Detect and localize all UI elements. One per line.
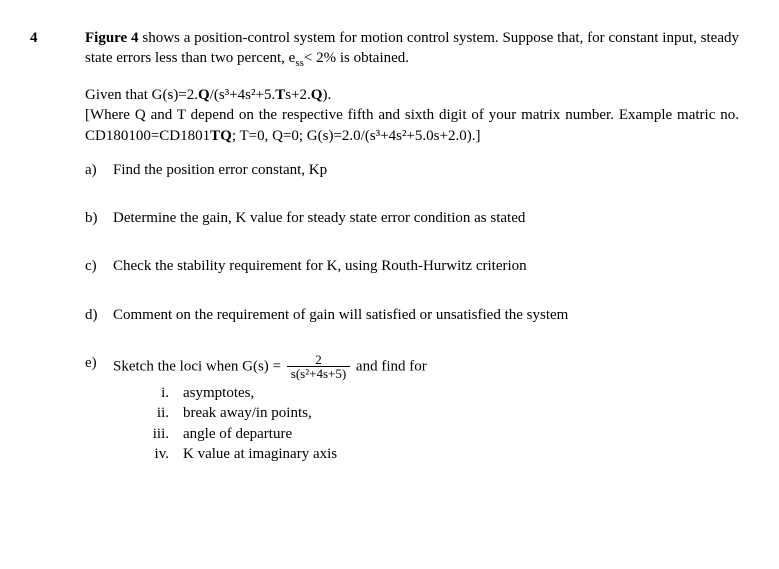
given-T: T <box>275 87 285 103</box>
e-iii-marker: iii. <box>133 424 183 444</box>
part-a: a) Find the position error constant, Kp <box>85 160 739 180</box>
e-iv-text: K value at imaginary axis <box>183 444 337 464</box>
given-Q2: Q <box>311 87 323 103</box>
part-a-text: Find the position error constant, Kp <box>113 160 739 180</box>
part-e-iv: iv. K value at imaginary axis <box>133 444 739 464</box>
intro-paragraph: Figure 4 shows a position-control system… <box>85 28 739 71</box>
parts-list: a) Find the position error constant, Kp … <box>85 160 739 464</box>
e-iv-marker: iv. <box>133 444 183 464</box>
fraction-denominator: s(s²+4s+5) <box>287 367 350 381</box>
part-e-i: i. asymptotes, <box>133 383 739 403</box>
e-i-text: asymptotes, <box>183 383 254 403</box>
e-ii-marker: ii. <box>133 403 183 423</box>
part-e-marker: e) <box>85 353 113 464</box>
given-TQ: TQ <box>210 128 232 144</box>
part-d: d) Comment on the requirement of gain wi… <box>85 305 739 325</box>
part-d-marker: d) <box>85 305 113 325</box>
figure-ref: Figure 4 <box>85 30 139 46</box>
part-c-marker: c) <box>85 256 113 276</box>
given-6: ; T=0, Q=0; G(s)=2.0/(s³+4s²+5.0s+2.0).] <box>232 128 481 144</box>
e-ii-text: break away/in points, <box>183 403 312 423</box>
part-b-marker: b) <box>85 208 113 228</box>
given-2: /(s³+4s²+5. <box>210 87 276 103</box>
intro-text-1: shows a position-control system for moti… <box>85 30 739 66</box>
fraction: 2 s(s²+4s+5) <box>287 353 350 381</box>
given-1: Given that G(s)=2. <box>85 87 198 103</box>
fraction-numerator: 2 <box>287 353 350 368</box>
question-number: 4 <box>30 28 85 48</box>
part-e-content: Sketch the loci when G(s) = 2 s(s²+4s+5)… <box>113 353 739 464</box>
part-e: e) Sketch the loci when G(s) = 2 s(s²+4s… <box>85 353 739 464</box>
e-i-marker: i. <box>133 383 183 403</box>
ess-subscript: ss <box>295 57 304 69</box>
given-paragraph: Given that G(s)=2.Q/(s³+4s²+5.Ts+2.Q). [… <box>85 85 739 146</box>
part-e-ii: ii. break away/in points, <box>133 403 739 423</box>
part-e-iii: iii. angle of departure <box>133 424 739 444</box>
e-iii-text: angle of departure <box>183 424 292 444</box>
part-a-marker: a) <box>85 160 113 180</box>
part-c-text: Check the stability requirement for K, u… <box>113 256 739 276</box>
intro-text-2: < 2% is obtained. <box>304 50 409 66</box>
part-c: c) Check the stability requirement for K… <box>85 256 739 276</box>
part-e-pre: Sketch the loci when G(s) = <box>113 358 281 374</box>
question-block: 4 Figure 4 shows a position-control syst… <box>30 28 739 468</box>
part-b-text: Determine the gain, K value for steady s… <box>113 208 739 228</box>
given-4: ). <box>322 87 331 103</box>
part-e-sublist: i. asymptotes, ii. break away/in points,… <box>133 383 739 464</box>
part-e-post: and find for <box>356 358 427 374</box>
part-d-text: Comment on the requirement of gain will … <box>113 305 739 325</box>
question-body: Figure 4 shows a position-control system… <box>85 28 739 468</box>
given-Q1: Q <box>198 87 210 103</box>
part-b: b) Determine the gain, K value for stead… <box>85 208 739 228</box>
given-3: s+2. <box>285 87 311 103</box>
